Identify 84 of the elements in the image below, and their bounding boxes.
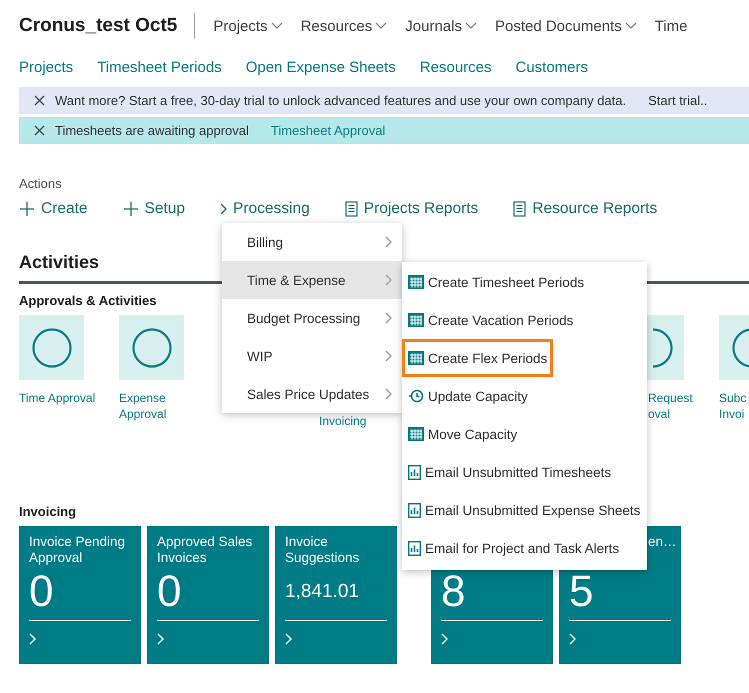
chevron-right-icon — [29, 633, 37, 645]
group-heading: Invoicing — [19, 504, 76, 519]
action-button[interactable]: Projects Reports — [344, 200, 478, 218]
menu-item[interactable]: Sales Price Updates — [222, 375, 402, 413]
menu-item[interactable]: Move Capacity — [402, 415, 647, 453]
tile-value: 8 — [441, 566, 466, 618]
nav-menu[interactable]: Projects — [213, 18, 283, 34]
tile-title: Invoice Suggestions — [285, 534, 360, 565]
tile-label[interactable]: Subc Invoi — [719, 390, 746, 422]
nav-menu[interactable]: Resources — [300, 18, 388, 34]
tile-value: 0 — [29, 566, 54, 618]
calendar-icon — [408, 275, 424, 289]
notification-text: Want more? Start a free, 30-day trial to unlock advanced features and use your own company data. — [55, 93, 626, 108]
close-icon — [34, 125, 45, 136]
notification-link[interactable]: Start trial.. — [648, 93, 708, 108]
calendar-icon — [408, 313, 424, 327]
plus-icon — [19, 201, 35, 217]
chevron-right-icon — [285, 633, 293, 645]
metric-tile[interactable]: Approved Sales Invoices 0 — [147, 526, 269, 664]
document-icon — [344, 201, 358, 217]
nav-menu[interactable]: Journals — [405, 18, 477, 34]
chevron-right-icon — [385, 236, 392, 248]
chevron-right-icon — [385, 388, 392, 400]
close-button[interactable] — [34, 95, 45, 106]
tile-value: 0 — [157, 566, 182, 618]
action-button[interactable]: Create — [19, 200, 88, 218]
section-heading: Activities — [19, 252, 100, 273]
menu-item[interactable]: WIP — [222, 337, 402, 375]
tile-label[interactable]: Expense Approval — [119, 390, 166, 422]
menu-item[interactable]: Create Timesheet Periods — [402, 263, 647, 301]
menu-item[interactable]: Update Capacity — [402, 377, 647, 415]
close-icon — [34, 95, 45, 106]
chevron-right-icon — [441, 633, 449, 645]
plus-icon — [122, 201, 139, 217]
tile-value: 5 — [569, 566, 594, 618]
chevron-right-icon — [385, 350, 392, 362]
menu-item[interactable]: Email Unsubmitted Timesheets — [402, 453, 647, 491]
calendar-icon — [408, 351, 424, 365]
action-button[interactable]: Setup — [122, 200, 186, 218]
chevron-right-icon — [385, 274, 392, 286]
tile-label[interactable]: Invoicing — [319, 413, 366, 429]
chart-report-icon — [408, 464, 421, 480]
nav-link[interactable]: Projects — [19, 58, 74, 76]
nav-link[interactable]: Open Expense Sheets — [246, 58, 396, 76]
tile-title: Approved Sales Invoices — [157, 534, 252, 565]
metric-tile[interactable]: Invoice Suggestions 1,841.01 — [275, 526, 397, 664]
nav-link[interactable]: Timesheet Periods — [97, 58, 222, 76]
tile-value: 1,841.01 — [285, 580, 360, 604]
clock-icon — [408, 389, 424, 403]
chevron-right-icon — [569, 633, 577, 645]
nav-menu[interactable]: Posted Documents — [494, 18, 637, 34]
menu-item[interactable]: Create Flex Periods — [402, 339, 553, 377]
menu-item[interactable]: Email Unsubmitted Expense Sheets — [402, 491, 647, 529]
chevron-right-icon — [220, 203, 228, 215]
nav-link[interactable]: Customers — [516, 58, 588, 76]
notification-link[interactable]: Timesheet Approval — [270, 123, 386, 138]
action-button[interactable]: Processing — [220, 200, 310, 218]
menu-item[interactable]: Time & Expense — [222, 261, 402, 299]
circle-icon — [132, 328, 172, 368]
tile-label[interactable]: Request oval — [648, 390, 693, 422]
calendar-icon — [408, 427, 424, 441]
menu-item[interactable]: Budget Processing — [222, 299, 402, 337]
tile-label[interactable]: Time Approval — [19, 390, 96, 406]
tile[interactable] — [19, 315, 84, 380]
action-button[interactable]: Resource Reports — [513, 200, 658, 218]
close-button[interactable] — [34, 125, 45, 136]
chart-report-icon — [408, 540, 421, 556]
notification-text: Timesheets are awaiting approval — [55, 123, 249, 138]
group-heading: Approvals & Activities — [19, 293, 158, 308]
chevron-right-icon — [157, 633, 165, 645]
menu-item[interactable]: Create Vacation Periods — [402, 301, 647, 339]
menu-item[interactable]: Billing — [222, 223, 402, 261]
chart-report-icon — [408, 502, 421, 518]
document-icon — [513, 201, 526, 217]
circle-icon — [32, 328, 72, 368]
tile-title: Invoice Pending Approval — [29, 534, 126, 565]
tile-title: en… — [648, 534, 677, 549]
chevron-right-icon — [385, 312, 392, 324]
metric-tile[interactable]: Invoice Pending Approval 0 — [19, 526, 141, 664]
nav-link[interactable]: Resources — [420, 58, 492, 76]
company-name: Cronus_test Oct5 — [19, 15, 178, 37]
section-label: Actions — [19, 176, 63, 191]
tile[interactable] — [119, 315, 184, 380]
nav-menu[interactable]: Time — [654, 18, 688, 34]
